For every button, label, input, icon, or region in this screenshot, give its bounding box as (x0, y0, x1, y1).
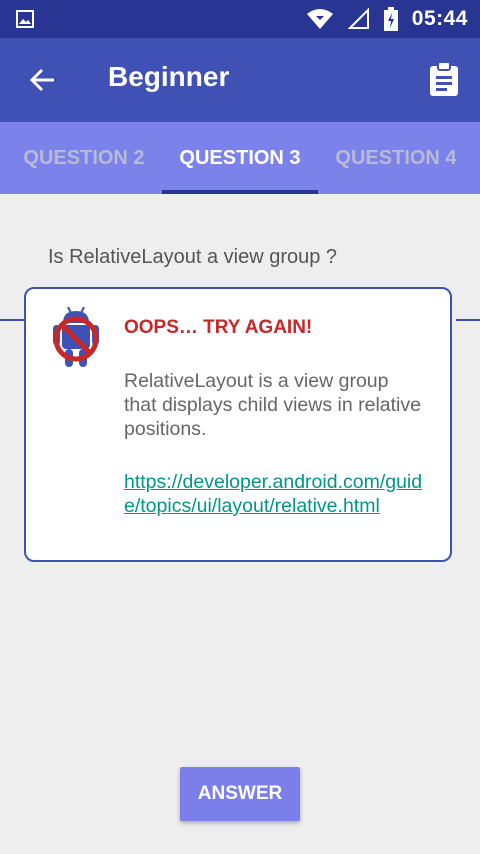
question-tabs: QUESTION 2 QUESTION 3 QUESTION 4 (0, 122, 480, 194)
feedback-explanation: RelativeLayout is a view group that disp… (124, 370, 421, 440)
app-bar: Beginner (0, 38, 480, 122)
status-time: 05:44 (411, 7, 468, 30)
status-bar: 05:44 (0, 0, 480, 38)
divider-right (456, 319, 480, 321)
feedback-heading: OOPS… TRY AGAIN! (124, 317, 313, 338)
active-tab-indicator (162, 190, 318, 194)
battery-icon (383, 7, 398, 31)
page-title: Beginner (108, 61, 230, 92)
back-arrow-icon[interactable] (28, 66, 56, 94)
tab-question-3[interactable]: QUESTION 3 (162, 122, 318, 194)
signal-icon (347, 8, 369, 29)
reference-link[interactable]: https://developer.android.com/guide/topi… (124, 470, 434, 518)
divider-left (0, 319, 24, 321)
tab-question-2[interactable]: QUESTION 2 (6, 122, 162, 194)
no-android-icon (53, 306, 99, 367)
clipboard-icon[interactable] (428, 62, 460, 96)
answer-button[interactable]: ANSWER (180, 767, 300, 821)
tab-question-4[interactable]: QUESTION 4 (318, 122, 474, 194)
feedback-card: OOPS… TRY AGAIN! RelativeLayout is a vie… (24, 287, 452, 562)
gallery-icon (16, 10, 34, 28)
wifi-icon (306, 9, 333, 29)
question-text: Is RelativeLayout a view group ? (48, 246, 338, 268)
